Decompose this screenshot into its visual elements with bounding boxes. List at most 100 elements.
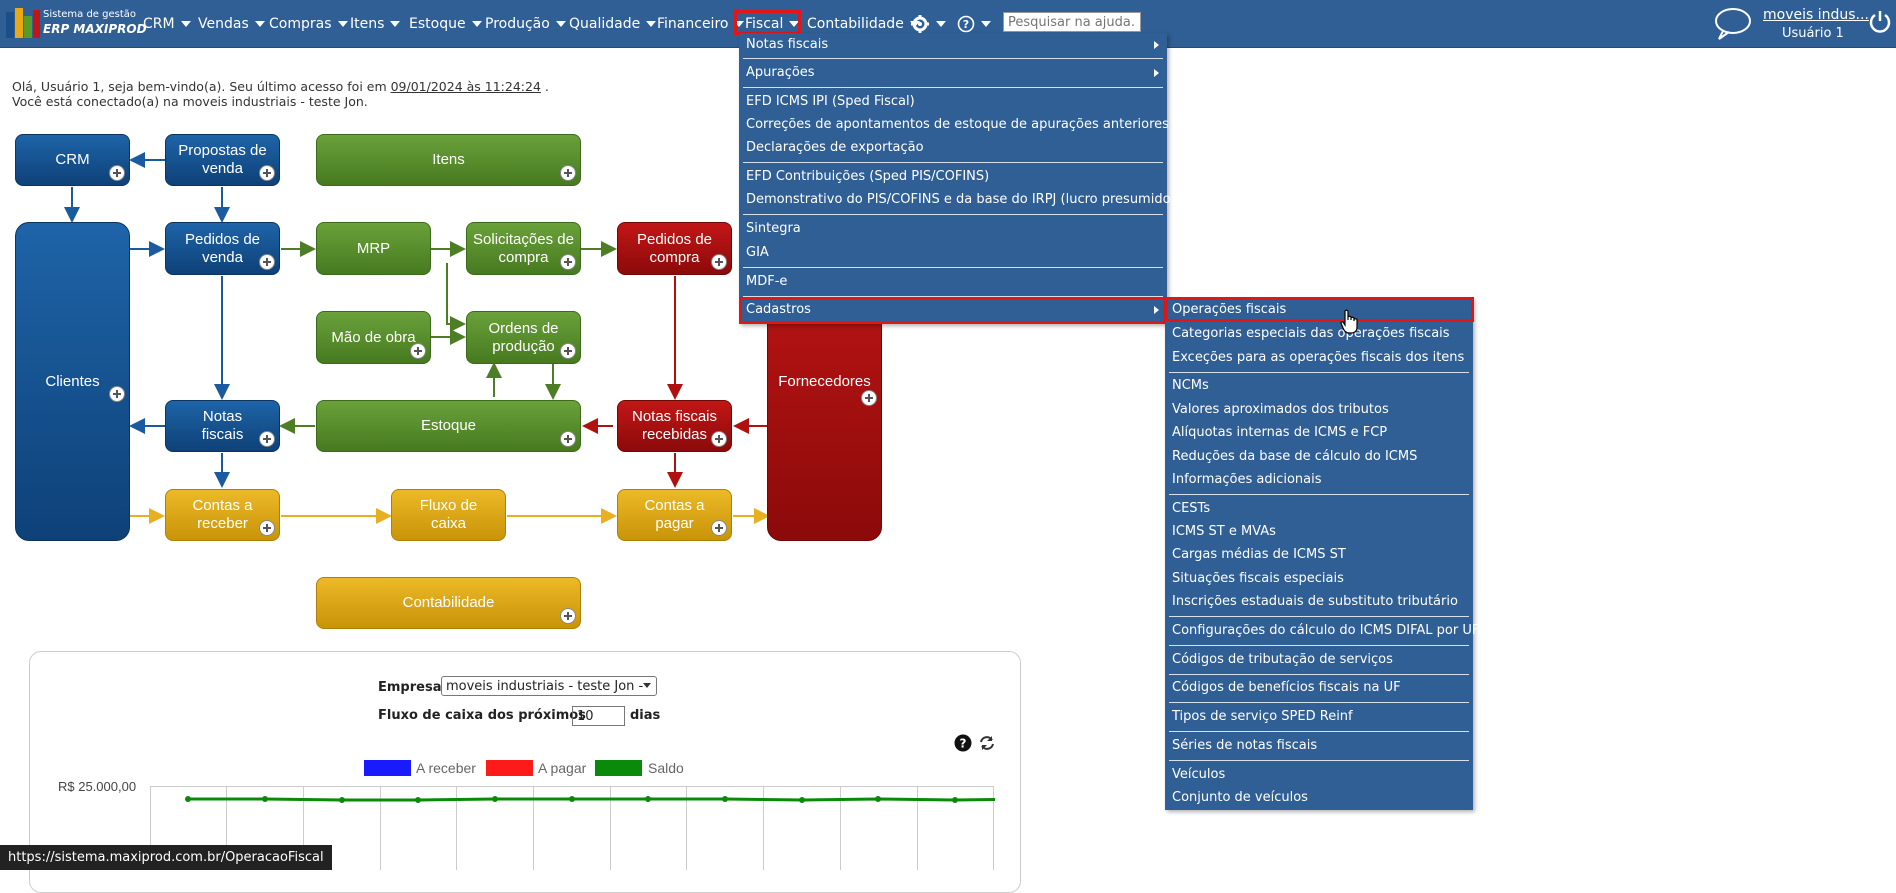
flow-estoque[interactable]: Estoque	[316, 400, 581, 452]
menu-item-correcoes[interactable]: Correções de apontamentos de estoque de …	[739, 113, 1169, 136]
add-icon[interactable]	[861, 390, 877, 406]
menu-separator	[1169, 616, 1469, 617]
add-icon[interactable]	[109, 386, 125, 402]
legend-saldo: Saldo	[648, 760, 684, 776]
flow-pedidos-venda[interactable]: Pedidos de venda	[165, 222, 280, 275]
menu-separator	[743, 162, 1163, 163]
add-icon[interactable]	[560, 608, 576, 624]
submenu-conjunto-veiculos[interactable]: Conjunto de veículos	[1165, 786, 1473, 809]
chevron-down-icon	[643, 683, 651, 688]
menu-item-efd-contribuicoes[interactable]: EFD Contribuições (Sped PIS/COFINS)	[739, 165, 1167, 188]
submenu-informacoes-adicionais[interactable]: Informações adicionais	[1165, 468, 1473, 491]
menu-separator	[1169, 645, 1469, 646]
flow-mrp[interactable]: MRP	[316, 222, 431, 275]
flow-estoque-label: Estoque	[420, 417, 477, 434]
refresh-icon[interactable]	[978, 734, 996, 752]
help-icon[interactable]: ?	[954, 734, 972, 752]
submenu-valores-tributos[interactable]: Valores aproximados dos tributos	[1165, 398, 1473, 421]
submenu-situacoes-fiscais[interactable]: Situações fiscais especiais	[1165, 567, 1473, 590]
submenu-ncms[interactable]: NCMs	[1165, 374, 1473, 397]
submenu-excecoes-operacoes[interactable]: Exceções para as operações fiscais dos i…	[1165, 346, 1473, 369]
menu-item-efd-icms-ipi[interactable]: EFD ICMS IPI (Sped Fiscal)	[739, 90, 1167, 113]
submenu-icms-st-mvas[interactable]: ICMS ST e MVAs	[1165, 520, 1473, 543]
empresa-select-value: moveis industriais - teste Jon -	[446, 679, 644, 694]
cadastros-submenu: Operações fiscais Categorias especiais d…	[1165, 298, 1479, 810]
submenu-series-notas[interactable]: Séries de notas fiscais	[1165, 734, 1473, 757]
menu-item-declaracoes-exportacao[interactable]: Declarações de exportação	[739, 136, 1167, 159]
flow-pedidos-compra[interactable]: Pedidos de compra	[617, 222, 732, 275]
flow-mao-obra[interactable]: Mão de obra	[316, 311, 431, 364]
flow-contas-receber[interactable]: Contas a receber	[165, 489, 280, 541]
submenu-cests[interactable]: CESTs	[1165, 497, 1473, 520]
operacoes-fiscais-highlight	[1165, 297, 1474, 322]
hand-cursor-icon	[1340, 309, 1358, 334]
legend-a-receber-swatch	[364, 760, 411, 776]
add-icon[interactable]	[560, 165, 576, 181]
flow-notas-recebidas[interactable]: Notas fiscais recebidas	[617, 400, 732, 452]
fluxo-label: Fluxo de caixa dos próximos	[378, 708, 586, 723]
flow-clientes[interactable]: Clientes	[15, 222, 130, 541]
chevron-right-icon	[1154, 69, 1159, 77]
flow-fornecedores-label: Fornecedores	[778, 372, 871, 390]
svg-text:?: ?	[960, 737, 967, 751]
flow-ordens[interactable]: Ordens de produção	[466, 311, 581, 364]
fluxo-days-input[interactable]: 10	[572, 706, 625, 726]
add-icon[interactable]	[711, 431, 727, 447]
chevron-right-icon	[1154, 41, 1159, 49]
flow-contabilidade-label: Contabilidade	[402, 594, 495, 611]
menu-item-apuracoes[interactable]: Apurações	[739, 61, 1167, 84]
add-icon[interactable]	[410, 343, 426, 359]
menu-separator	[1169, 372, 1469, 373]
submenu-icms-difal[interactable]: Configurações do cálculo do ICMS DIFAL p…	[1165, 619, 1479, 642]
menu-separator	[743, 58, 1163, 59]
flow-crm[interactable]: CRM	[15, 134, 130, 186]
legend-a-pagar-swatch	[486, 760, 533, 776]
flow-propostas[interactable]: Propostas de venda	[165, 134, 280, 186]
submenu-categorias-especiais[interactable]: Categorias especiais das operações fisca…	[1165, 322, 1473, 345]
submenu-reducoes-base[interactable]: Reduções da base de cálculo do ICMS	[1165, 445, 1473, 468]
dias-label: dias	[630, 708, 661, 723]
flow-mao-obra-label: Mão de obra	[331, 328, 416, 346]
flow-fluxo-caixa-label: Fluxo de caixa	[419, 497, 478, 532]
menu-separator	[743, 87, 1163, 88]
menu-item-gia[interactable]: GIA	[739, 241, 1167, 264]
add-icon[interactable]	[560, 254, 576, 270]
flow-notas-fiscais[interactable]: Notas fiscais	[165, 400, 280, 452]
flow-fluxo-caixa[interactable]: Fluxo de caixa	[391, 489, 506, 541]
submenu-cargas-medias[interactable]: Cargas médias de ICMS ST	[1165, 543, 1473, 566]
submenu-aliquotas-icms[interactable]: Alíquotas internas de ICMS e FCP	[1165, 421, 1473, 444]
flow-clientes-label: Clientes	[45, 372, 100, 390]
submenu-codigos-tributacao[interactable]: Códigos de tributação de serviços	[1165, 648, 1473, 671]
submenu-codigos-beneficios[interactable]: Códigos de benefícios fiscais na UF	[1165, 676, 1473, 699]
legend-a-receber: A receber	[416, 760, 476, 776]
flow-itens[interactable]: Itens	[316, 134, 581, 186]
add-icon[interactable]	[259, 431, 275, 447]
flow-contas-pagar[interactable]: Contas a pagar	[617, 489, 732, 541]
add-icon[interactable]	[259, 254, 275, 270]
menu-separator	[743, 267, 1163, 268]
flow-itens-label: Itens	[432, 151, 465, 168]
flow-contabilidade[interactable]: Contabilidade	[316, 577, 581, 629]
add-icon[interactable]	[711, 520, 727, 536]
menu-item-mdfe[interactable]: MDF-e	[739, 270, 1167, 293]
add-icon[interactable]	[560, 343, 576, 359]
menu-separator	[1169, 674, 1469, 675]
menu-separator	[1169, 702, 1469, 703]
menu-separator	[1169, 760, 1469, 761]
menu-item-sintegra[interactable]: Sintegra	[739, 217, 1167, 240]
menu-separator	[1169, 731, 1469, 732]
menu-item-notas-fiscais[interactable]: Notas fiscais	[739, 33, 1167, 56]
cadastros-highlight	[739, 297, 1167, 324]
submenu-veiculos[interactable]: Veículos	[1165, 763, 1473, 786]
add-icon[interactable]	[109, 165, 125, 181]
legend-saldo-swatch	[595, 760, 642, 776]
menu-item-demonstrativo-pis-cofins[interactable]: Demonstrativo do PIS/COFINS e da base do…	[739, 188, 1176, 211]
submenu-tipos-servico-reinf[interactable]: Tipos de serviço SPED Reinf	[1165, 705, 1473, 728]
submenu-inscricoes-estaduais[interactable]: Inscrições estaduais de substituto tribu…	[1165, 590, 1473, 613]
add-icon[interactable]	[560, 431, 576, 447]
empresa-select[interactable]: moveis industriais - teste Jon -	[441, 676, 657, 696]
flow-solicitacoes[interactable]: Solicitações de compra	[466, 222, 581, 275]
add-icon[interactable]	[259, 165, 275, 181]
add-icon[interactable]	[259, 520, 275, 536]
add-icon[interactable]	[711, 254, 727, 270]
